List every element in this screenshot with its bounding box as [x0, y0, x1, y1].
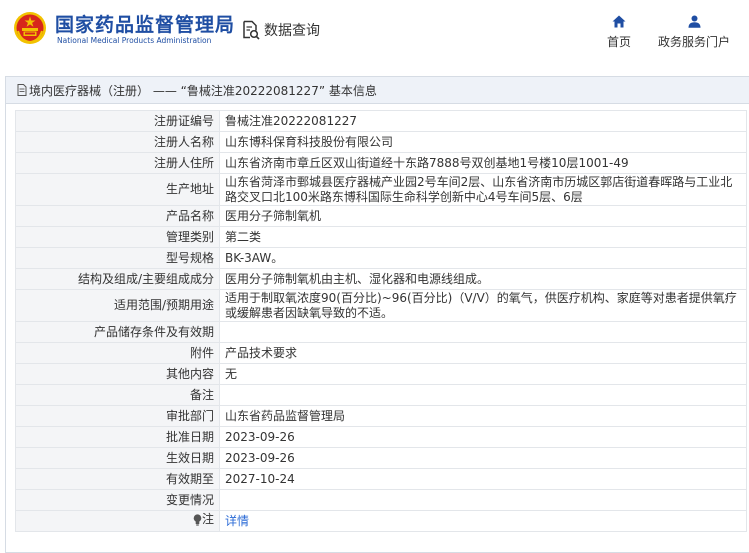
detail-panel: 境内医疗器械（注册） —— “鲁械注准20222081227” 基本信息 注册证… — [5, 76, 749, 553]
note-label-cell: 注 — [15, 510, 220, 532]
home-icon — [612, 15, 626, 28]
field-label: 批准日期 — [15, 426, 220, 448]
field-label: 生产地址 — [15, 173, 220, 206]
table-row: 注册人名称 山东博科保育科技股份有限公司 — [15, 131, 747, 153]
field-label: 型号规格 — [15, 247, 220, 269]
info-table: 注册证编号 鲁械注准20222081227 注册人名称 山东博科保育科技股份有限… — [15, 110, 747, 532]
table-row: 产品储存条件及有效期 — [15, 321, 747, 343]
field-label: 生效日期 — [15, 447, 220, 469]
panel-header: 境内医疗器械（注册） —— “鲁械注准20222081227” 基本信息 — [6, 77, 749, 104]
table-row-note: 注 详情 — [15, 510, 747, 532]
table-row: 产品名称 医用分子筛制氧机 — [15, 205, 747, 227]
document-search-icon — [243, 20, 260, 40]
site-title: 国家药品监督管理局 — [55, 14, 236, 36]
field-label: 有效期至 — [15, 468, 220, 490]
field-label: 注册人名称 — [15, 131, 220, 153]
field-value: 第二类 — [219, 226, 747, 248]
field-label: 变更情况 — [15, 489, 220, 511]
table-row: 审批部门 山东省药品监督管理局 — [15, 405, 747, 427]
field-label: 附件 — [15, 342, 220, 364]
field-label: 适用范围/预期用途 — [15, 289, 220, 322]
field-value: 适用于制取氧浓度90(百分比)~96(百分比)（V/V）的氧气，供医疗机构、家庭… — [219, 289, 747, 322]
table-row: 其他内容 无 — [15, 363, 747, 385]
person-icon — [688, 15, 700, 28]
field-value — [219, 489, 747, 511]
field-label: 产品名称 — [15, 205, 220, 227]
note-label: 注 — [201, 512, 214, 527]
data-query-link[interactable]: 数据查询 — [242, 19, 320, 41]
table-row: 型号规格 BK-3AW。 — [15, 247, 747, 269]
field-value: BK-3AW。 — [219, 247, 747, 269]
field-label: 注册人住所 — [15, 152, 220, 174]
field-value: 2023-09-26 — [219, 447, 747, 469]
field-value: 山东省济南市章丘区双山街道经十东路7888号双创基地1号楼10层1001-49 — [219, 152, 747, 174]
table-row: 注册人住所 山东省济南市章丘区双山街道经十东路7888号双创基地1号楼10层10… — [15, 152, 747, 174]
nav-home[interactable]: 首页 — [604, 15, 634, 50]
note-value-cell: 详情 — [219, 510, 747, 532]
table-row: 结构及组成/主要组成成分 医用分子筛制氧机由主机、湿化器和电源线组成。 — [15, 268, 747, 290]
table-row: 管理类别 第二类 — [15, 226, 747, 248]
data-query-label: 数据查询 — [264, 23, 320, 39]
field-value: 医用分子筛制氧机由主机、湿化器和电源线组成。 — [219, 268, 747, 290]
field-label: 产品储存条件及有效期 — [15, 321, 220, 343]
site-header: 国家药品监督管理局 National Medical Products Admi… — [0, 0, 749, 66]
field-label: 备注 — [15, 384, 220, 406]
table-row: 注册证编号 鲁械注准20222081227 — [15, 110, 747, 132]
field-value: 产品技术要求 — [219, 342, 747, 364]
panel-title: 境内医疗器械（注册） —— “鲁械注准20222081227” 基本信息 — [29, 83, 377, 98]
field-label: 管理类别 — [15, 226, 220, 248]
table-row: 变更情况 — [15, 489, 747, 511]
field-label: 其他内容 — [15, 363, 220, 385]
field-value: 医用分子筛制氧机 — [219, 205, 747, 227]
field-value: 无 — [219, 363, 747, 385]
field-value: 2027-10-24 — [219, 468, 747, 490]
field-value: 山东博科保育科技股份有限公司 — [219, 131, 747, 153]
table-row: 批准日期 2023-09-26 — [15, 426, 747, 448]
field-label: 审批部门 — [15, 405, 220, 427]
table-row: 生产地址 山东省菏泽市鄄城县医疗器械产业园2号车间2层、山东省济南市历城区郭店街… — [15, 173, 747, 206]
details-link[interactable]: 详情 — [225, 514, 249, 528]
table-row: 生效日期 2023-09-26 — [15, 447, 747, 469]
field-label: 注册证编号 — [15, 110, 220, 132]
field-value — [219, 321, 747, 343]
nav-service-portal[interactable]: 政务服务门户 — [654, 15, 734, 50]
table-row: 有效期至 2027-10-24 — [15, 468, 747, 490]
table-row: 备注 — [15, 384, 747, 406]
document-icon — [17, 84, 27, 96]
nav-service-portal-label: 政务服务门户 — [657, 35, 730, 49]
field-value — [219, 384, 747, 406]
site-title-en: National Medical Products Administration — [57, 36, 212, 45]
field-value: 2023-09-26 — [219, 426, 747, 448]
field-label: 结构及组成/主要组成成分 — [15, 268, 220, 290]
table-row: 附件 产品技术要求 — [15, 342, 747, 364]
national-emblem-icon — [14, 12, 46, 44]
field-value: 鲁械注准20222081227 — [219, 110, 747, 132]
field-value: 山东省药品监督管理局 — [219, 405, 747, 427]
field-value: 山东省菏泽市鄄城县医疗器械产业园2号车间2层、山东省济南市历城区郭店街道春晖路与… — [219, 173, 747, 206]
nav-home-label: 首页 — [606, 35, 631, 49]
table-row: 适用范围/预期用途 适用于制取氧浓度90(百分比)~96(百分比)（V/V）的氧… — [15, 289, 747, 322]
bulb-icon — [193, 514, 202, 526]
